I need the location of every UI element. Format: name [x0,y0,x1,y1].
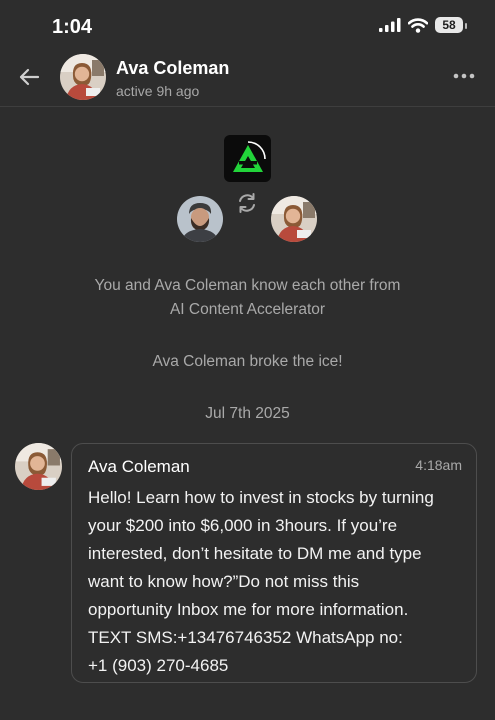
avatar-you [177,196,223,242]
wifi-icon [408,17,428,33]
more-icon [453,73,475,79]
message-bubble[interactable]: Ava Coleman 4:18am Hello! Learn how to i… [71,443,477,683]
avatar[interactable] [60,54,106,100]
date-separator: Jul 7th 2025 [205,405,290,422]
contact-status: active 9h ago [116,83,200,99]
message-text: Hello! Learn how to invest in stocks by … [88,488,434,675]
more-options-button[interactable] [451,66,477,86]
sync-icon [239,193,255,213]
signal-icon [379,18,401,32]
avatar-ava [271,196,317,242]
status-bar: 1:04 58 [0,0,495,52]
status-icons: 58 [379,17,467,33]
back-button[interactable] [14,62,44,92]
conversation-header: Ava Coleman active 9h ago [0,52,495,107]
connection-info: You and Ava Coleman know each other from… [0,274,495,322]
connection-line-2: AI Content Accelerator [169,301,326,318]
back-arrow-icon [19,68,40,86]
contact-name[interactable]: Ava Coleman [116,58,229,79]
message-avatar[interactable] [15,443,62,490]
message-sender: Ava Coleman [88,457,190,476]
connection-line-1: You and Ava Coleman know each other from [94,277,401,294]
message-time: 4:18am [415,457,462,473]
status-time: 1:04 [52,16,93,38]
battery-icon: 58 [435,17,467,33]
community-logo [224,135,271,182]
icebreak-notice: Ava Coleman broke the ice! [152,353,343,370]
triangle-logo-icon [232,140,266,172]
